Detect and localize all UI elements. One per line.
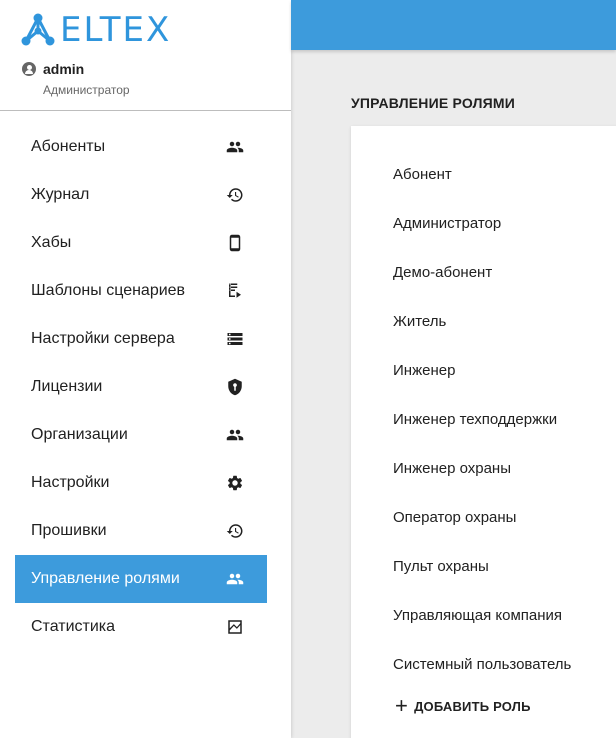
logo-mark-icon xyxy=(21,13,55,46)
role-item[interactable]: Администратор xyxy=(393,199,571,248)
gear-icon xyxy=(225,473,245,493)
storage-icon xyxy=(225,329,245,349)
sidebar: ELTEX admin Администратор Абоненты Журнал… xyxy=(0,0,291,738)
sidebar-item[interactable]: Организации xyxy=(15,411,267,459)
license-shield-icon xyxy=(225,377,245,397)
sidebar-item-label: Статистика xyxy=(31,618,116,635)
sidebar-nav: Абоненты Журнал Хабы Шаблоны сценариев Настр… xyxy=(15,123,267,651)
top-app-bar xyxy=(291,0,616,50)
role-item[interactable]: Системный пользователь xyxy=(393,640,571,689)
sidebar-item[interactable]: Настройки xyxy=(15,459,267,507)
role-item[interactable]: Инженер xyxy=(393,346,571,395)
sidebar-item[interactable]: Лицензии xyxy=(15,363,267,411)
add-role-label: ДОБАВИТЬ РОЛЬ xyxy=(414,698,531,714)
sidebar-item-label: Организации xyxy=(31,426,128,443)
role-item[interactable]: Житель xyxy=(393,297,571,346)
sidebar-item-label: Лицензии xyxy=(31,378,103,395)
role-item[interactable]: Абонент xyxy=(393,150,571,199)
role-item[interactable]: Пульт охраны xyxy=(393,542,571,591)
sidebar-item-label: Прошивки xyxy=(31,522,107,539)
logo-text: ELTEX xyxy=(60,10,172,50)
sidebar-item-label: Абоненты xyxy=(31,138,106,155)
role-item[interactable]: Инженер техподдержки xyxy=(393,395,571,444)
user-role: Администратор xyxy=(43,83,130,97)
phone-icon xyxy=(225,233,245,253)
history-icon xyxy=(225,185,245,205)
sidebar-item[interactable]: Статистика xyxy=(15,603,267,651)
people-icon xyxy=(225,137,245,157)
people-icon xyxy=(225,425,245,445)
role-list: Абонент Администратор Демо-абонент Житель Ин… xyxy=(393,150,571,689)
account-circle-icon xyxy=(22,62,36,76)
user-info: admin xyxy=(22,61,84,77)
people-icon xyxy=(225,569,245,589)
sidebar-item-label: Хабы xyxy=(31,234,72,251)
sidebar-item[interactable]: Прошивки xyxy=(15,507,267,555)
role-item[interactable]: Демо-абонент xyxy=(393,248,571,297)
sidebar-item-label: Настройки сервера xyxy=(31,330,175,347)
sidebar-item[interactable]: Хабы xyxy=(15,219,267,267)
sidebar-item[interactable]: Настройки сервера xyxy=(15,315,267,363)
sidebar-item-label: Настройки xyxy=(31,474,110,491)
page-title: УПРАВЛЕНИЕ РОЛЯМИ xyxy=(351,95,516,111)
sidebar-item-label: Журнал xyxy=(31,186,90,203)
playlist-play-icon xyxy=(225,281,245,301)
sidebar-divider xyxy=(0,110,291,111)
history-icon xyxy=(225,521,245,541)
role-item[interactable]: Инженер охраны xyxy=(393,444,571,493)
chart-icon xyxy=(225,617,245,637)
role-item[interactable]: Управляющая компания xyxy=(393,591,571,640)
roles-card: Абонент Администратор Демо-абонент Житель Ин… xyxy=(351,126,616,738)
sidebar-item-label: Шаблоны сценариев xyxy=(31,282,186,299)
sidebar-item[interactable]: Шаблоны сценариев xyxy=(15,267,267,315)
user-name: admin xyxy=(43,61,85,77)
sidebar-item[interactable]: Управление ролями xyxy=(15,555,267,603)
role-item[interactable]: Оператор охраны xyxy=(393,493,571,542)
sidebar-item-label: Управление ролями xyxy=(31,570,180,587)
sidebar-item[interactable]: Журнал xyxy=(15,171,267,219)
eltex-logo[interactable]: ELTEX xyxy=(20,12,171,48)
sidebar-item[interactable]: Абоненты xyxy=(15,123,267,171)
add-role-button[interactable]: + ДОБАВИТЬ РОЛЬ xyxy=(395,693,531,718)
plus-icon: + xyxy=(395,693,409,718)
